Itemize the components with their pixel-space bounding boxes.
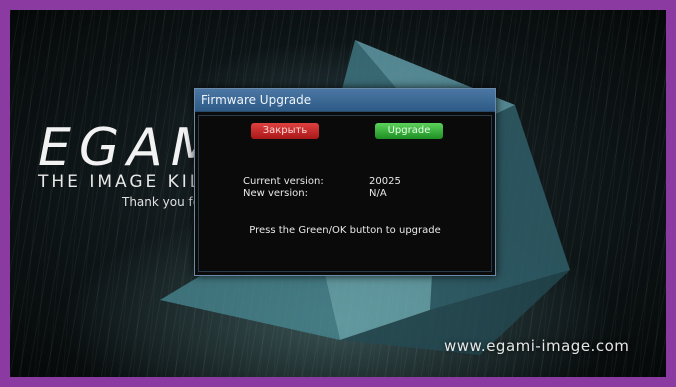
website-url: www.egami-image.com	[444, 337, 630, 355]
current-version-label: Current version:	[243, 176, 324, 187]
current-version-value: 20025	[369, 176, 401, 187]
upgrade-button[interactable]: Upgrade	[375, 123, 443, 139]
dialog-title: Firmware Upgrade	[195, 89, 495, 112]
close-button[interactable]: Закрыть	[251, 123, 319, 139]
upgrade-instruction: Press the Green/OK button to upgrade	[249, 225, 441, 236]
dialog-body: Закрыть Upgrade Current version: 20025 N…	[198, 115, 492, 272]
new-version-value: N/A	[369, 188, 387, 199]
new-version-label: New version:	[243, 188, 308, 199]
firmware-upgrade-dialog: Firmware Upgrade Закрыть Upgrade Current…	[194, 88, 496, 276]
